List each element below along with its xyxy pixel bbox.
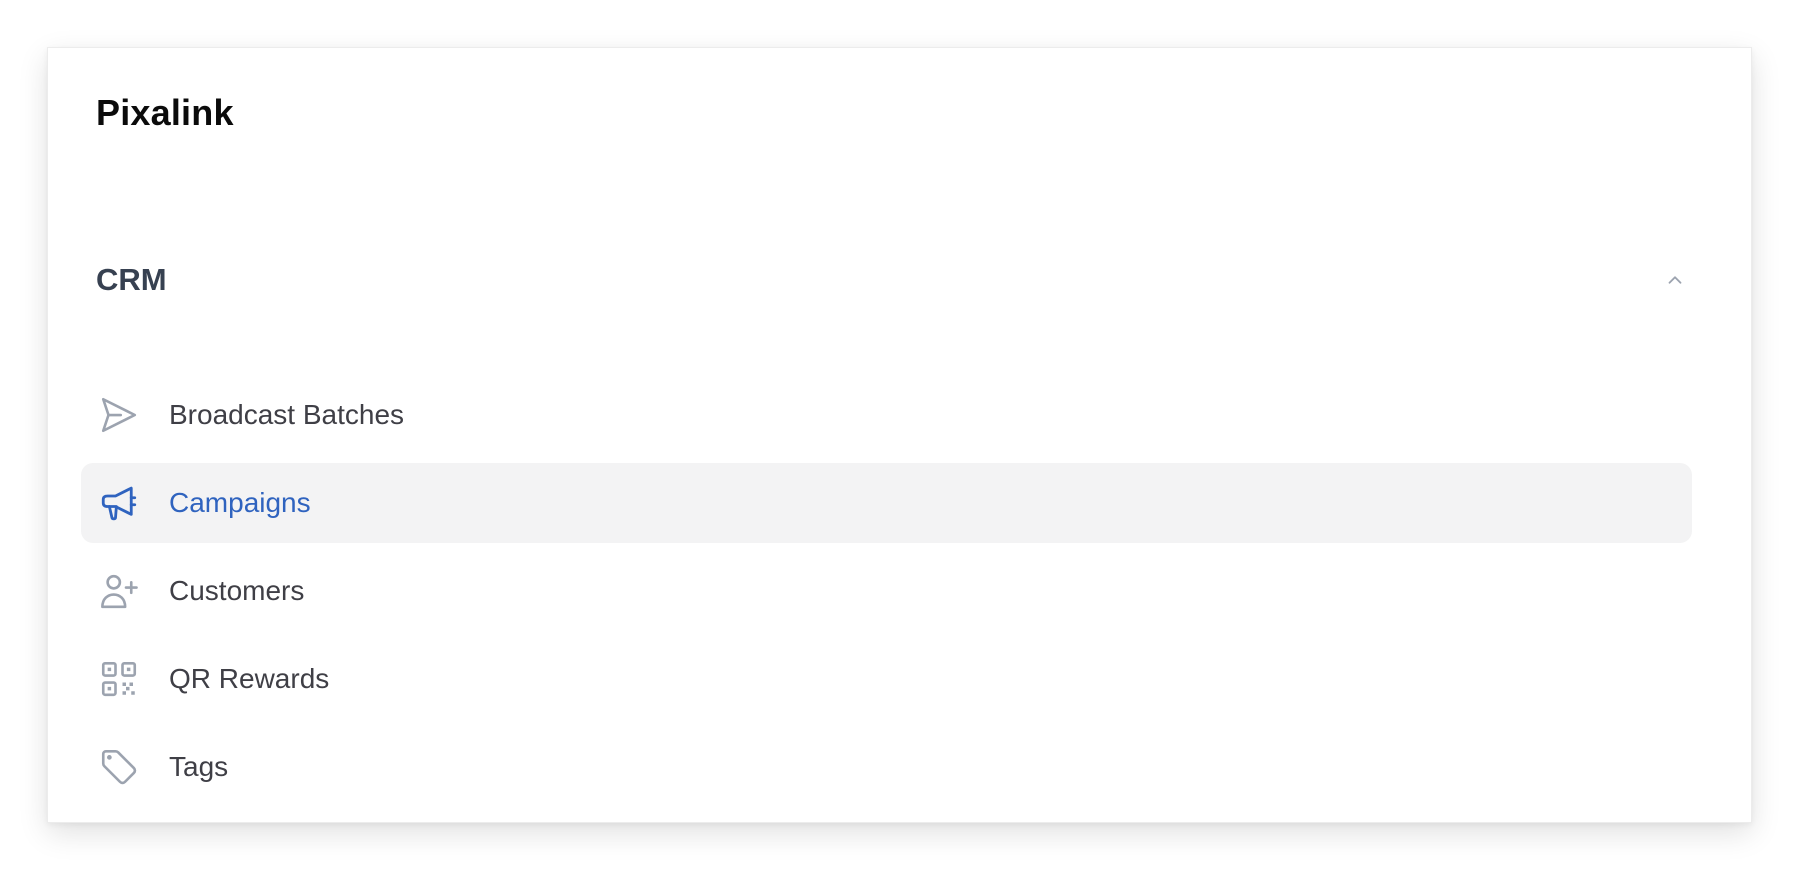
qr-code-icon bbox=[97, 657, 141, 701]
sidebar-item-customers[interactable]: Customers bbox=[81, 551, 1692, 631]
sidebar-item-label: QR Rewards bbox=[169, 663, 330, 694]
sidebar-panel: Pixalink CRM Broadcast Batches Campaigns… bbox=[47, 47, 1752, 823]
megaphone-icon bbox=[97, 481, 141, 525]
brand-logo-text[interactable]: Pixalink bbox=[96, 92, 234, 134]
sidebar-item-broadcast-batches[interactable]: Broadcast Batches bbox=[81, 375, 1692, 455]
sidebar-item-label: Tags bbox=[169, 751, 229, 782]
nav-list: Broadcast Batches Campaigns Customers QR… bbox=[81, 375, 1692, 815]
sidebar-item-label: Broadcast Batches bbox=[169, 399, 405, 430]
sidebar-item-campaigns[interactable]: Campaigns bbox=[81, 463, 1692, 543]
tag-icon bbox=[97, 745, 141, 789]
sidebar-item-tags[interactable]: Tags bbox=[81, 727, 1692, 807]
user-plus-icon bbox=[97, 569, 141, 613]
sidebar-item-qr-rewards[interactable]: QR Rewards bbox=[81, 639, 1692, 719]
chevron-up-icon[interactable] bbox=[1663, 268, 1687, 292]
sidebar-item-label: Campaigns bbox=[169, 487, 311, 518]
group-title: CRM bbox=[96, 262, 167, 297]
paper-plane-icon bbox=[97, 393, 141, 437]
crm-group-toggle[interactable]: CRM bbox=[96, 258, 1721, 302]
sidebar-item-label: Customers bbox=[169, 575, 305, 606]
